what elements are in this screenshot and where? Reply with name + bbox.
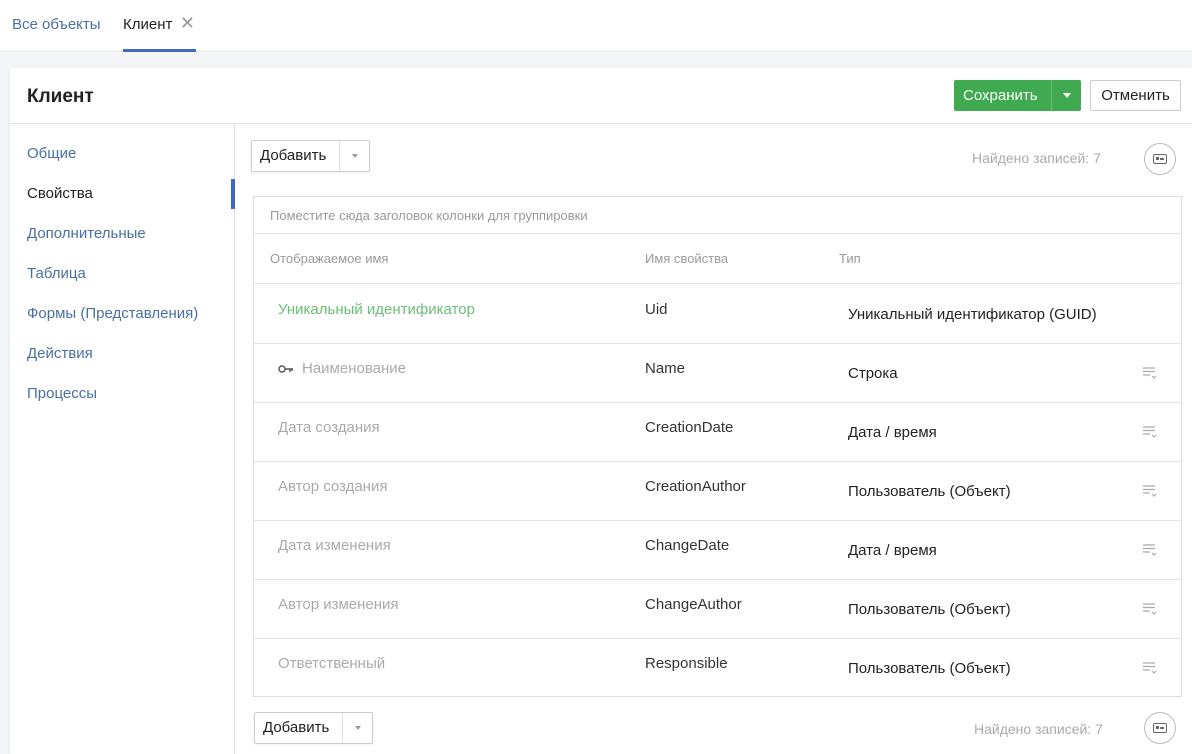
add-button-label: Добавить xyxy=(252,141,340,171)
cell-property-name: ChangeAuthor xyxy=(645,596,742,613)
list-menu-icon[interactable] xyxy=(1142,660,1158,676)
table-row[interactable]: Автор изменения ChangeAuthor Пользователь … xyxy=(254,580,1181,639)
cell-type: Строка xyxy=(848,365,898,382)
list-menu-icon[interactable] xyxy=(1142,424,1158,440)
sidebar: Общие Свойства Дополнительные Таблица Формы … xyxy=(10,124,235,754)
save-dropdown-toggle[interactable] xyxy=(1051,80,1081,111)
chevron-down-icon xyxy=(1062,93,1071,98)
card-view-button-bottom[interactable] xyxy=(1144,712,1176,744)
group-panel[interactable]: Поместите сюда заголовок колонки для гру… xyxy=(254,197,1181,234)
cell-type: Дата / время xyxy=(848,424,937,441)
records-count: Найдено записей: 7 xyxy=(972,150,1101,166)
close-icon[interactable]: ✕ xyxy=(178,0,196,50)
tab-client[interactable]: Клиент ✕ xyxy=(123,0,197,52)
properties-panel: Добавить Найдено записей: 7 Поместите сю… xyxy=(236,124,1192,754)
save-button[interactable]: Сохранить xyxy=(954,80,1081,111)
cell-display-name: Ответственный xyxy=(278,655,385,672)
add-dropdown-toggle[interactable] xyxy=(343,713,372,743)
table-row[interactable]: Ответственный Responsible Пользователь (Об… xyxy=(254,639,1181,698)
table-row[interactable]: Дата создания CreationDate Дата / время xyxy=(254,403,1181,462)
cell-property-name: Responsible xyxy=(645,655,728,672)
add-button-label: Добавить xyxy=(255,713,343,743)
display-name-text: Наименование xyxy=(302,360,406,377)
cell-property-name: CreationDate xyxy=(645,419,734,436)
column-header-type[interactable]: Тип xyxy=(839,251,861,266)
table-row[interactable]: Автор создания CreationAuthor Пользователь… xyxy=(254,462,1181,521)
column-header-display-name[interactable]: Отображаемое имя xyxy=(270,251,388,266)
card-view-icon xyxy=(1153,154,1167,164)
sidebar-item[interactable]: Действия xyxy=(27,345,93,362)
display-name-text: Дата изменения xyxy=(278,537,391,554)
tab-bar: Все объекты Клиент ✕ xyxy=(0,0,1192,52)
sidebar-item[interactable]: Свойства xyxy=(27,185,93,202)
display-name-text: Уникальный идентификатор xyxy=(278,301,475,318)
display-name-text: Автор создания xyxy=(278,478,388,495)
cell-display-name: Дата изменения xyxy=(278,537,391,554)
column-header-property-name[interactable]: Имя свойства xyxy=(645,251,728,266)
cell-type: Уникальный идентификатор (GUID) xyxy=(848,306,1097,323)
records-count: Найдено записей: 7 xyxy=(974,721,1103,737)
cancel-button[interactable]: Отменить xyxy=(1090,80,1181,111)
tab-all-objects[interactable]: Все объекты xyxy=(12,0,101,52)
sidebar-item[interactable]: Таблица xyxy=(27,265,86,282)
display-name-text: Автор изменения xyxy=(278,596,399,613)
save-button-label: Сохранить xyxy=(963,87,1038,104)
list-menu-icon[interactable] xyxy=(1142,542,1158,558)
object-editor-card: Клиент Сохранить Отменить Общие Свойства Д… xyxy=(10,68,1192,754)
cell-property-name: Name xyxy=(645,360,686,377)
cell-display-name: Автор создания xyxy=(278,478,387,495)
cell-display-name: Автор изменения xyxy=(278,596,399,613)
cell-type: Пользователь (Объект) xyxy=(848,601,1011,618)
table-row[interactable]: Уникальный идентификатор Uid Уникальный ид… xyxy=(254,285,1181,344)
display-name-text: Дата создания xyxy=(278,419,380,436)
cell-type: Дата / время xyxy=(848,542,937,559)
sidebar-item[interactable]: Дополнительные xyxy=(27,225,146,242)
sidebar-active-marker xyxy=(231,179,235,209)
display-name-text: Ответственный xyxy=(278,655,386,672)
add-dropdown-toggle[interactable] xyxy=(340,141,369,171)
list-menu-icon[interactable] xyxy=(1142,483,1158,499)
table-row[interactable]: Наименование Name Строка xyxy=(254,344,1181,403)
card-view-button-top[interactable] xyxy=(1144,143,1176,175)
cell-display-name: Наименование xyxy=(278,360,406,377)
chevron-down-icon xyxy=(354,726,361,730)
chevron-down-icon xyxy=(351,154,358,158)
table-row[interactable]: Дата изменения ChangeDate Дата / время xyxy=(254,521,1181,580)
grid-header: Отображаемое имя Имя свойства Тип xyxy=(254,234,1181,284)
cell-property-name: CreationAuthor xyxy=(645,478,746,495)
add-button-bottom[interactable]: Добавить xyxy=(254,712,373,744)
sidebar-item[interactable]: Общие xyxy=(27,145,76,162)
properties-grid: Поместите сюда заголовок колонки для гру… xyxy=(253,196,1182,697)
cell-type: Пользователь (Объект) xyxy=(848,660,1011,677)
cell-property-name: Uid xyxy=(645,301,668,318)
cell-display-name: Дата создания xyxy=(278,419,380,436)
add-button-top[interactable]: Добавить xyxy=(251,140,370,172)
cell-display-name: Уникальный идентификатор xyxy=(278,301,475,318)
key-icon xyxy=(278,364,293,373)
card-header: Клиент Сохранить Отменить xyxy=(10,68,1192,124)
page-title: Клиент xyxy=(27,86,94,107)
sidebar-item[interactable]: Процессы xyxy=(27,385,97,402)
card-view-icon xyxy=(1153,723,1167,733)
sidebar-item[interactable]: Формы (Представления) xyxy=(27,305,198,322)
cell-property-name: ChangeDate xyxy=(645,537,730,554)
list-menu-icon[interactable] xyxy=(1142,365,1158,381)
tab-client-label: Клиент xyxy=(123,16,173,33)
list-menu-icon[interactable] xyxy=(1142,601,1158,617)
cell-type: Пользователь (Объект) xyxy=(848,483,1011,500)
